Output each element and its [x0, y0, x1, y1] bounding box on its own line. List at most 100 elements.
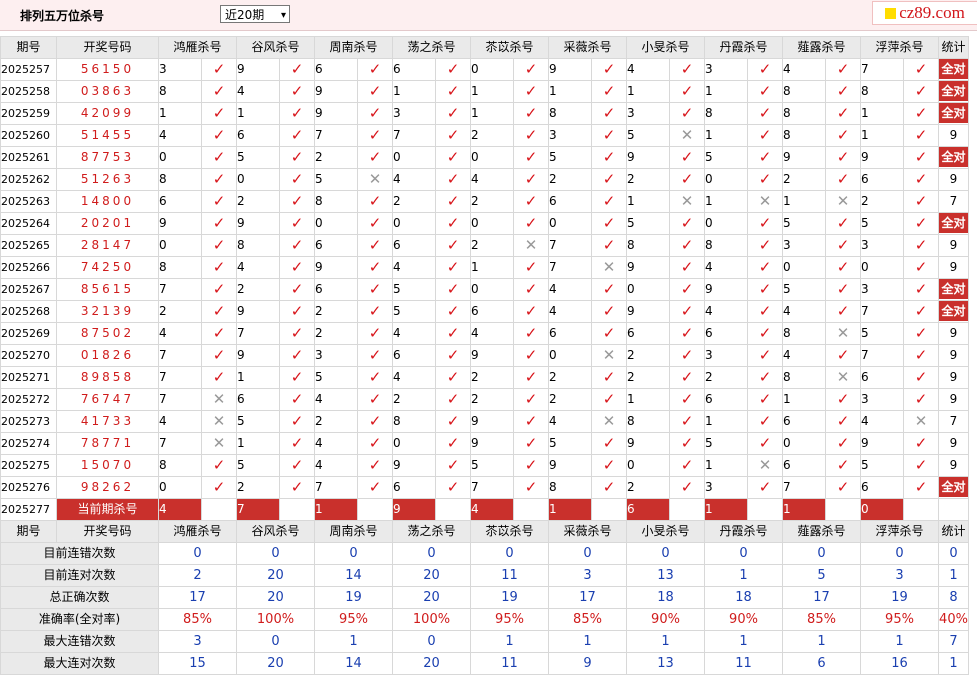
table-row: 2025257 56150 3 ✓ 9 ✓ 6 ✓ 6 ✓ 0 ✓ 9 ✓ 4 ✓ 3 ✓ 4 ✓ 7 ✓ 全对 [0, 58, 969, 81]
kill-number-cell: 6 [314, 278, 358, 301]
table-row: 2025266 74250 8 ✓ 4 ✓ 9 ✓ 4 ✓ 1 ✓ 7 ✕ 9 ✓ 4 ✓ 0 ✓ 0 ✓ 9 [0, 256, 969, 279]
table-row: 2025259 42099 1 ✓ 1 ✓ 9 ✓ 3 ✓ 1 ✓ 8 ✓ 3 ✓ 8 ✓ 8 ✓ 1 ✓ 全对 [0, 102, 969, 125]
kill-number-cell: 1 [860, 124, 904, 147]
period-range-select[interactable]: 近20期 ▾ [220, 5, 290, 23]
stat-cell: 9 [938, 124, 969, 147]
check-icon: ✓ [903, 146, 939, 169]
kill-number-cell: 8 [782, 366, 826, 389]
check-icon: ✓ [591, 190, 627, 213]
current-kill-number: 1 [782, 498, 826, 521]
check-icon: ✓ [279, 146, 315, 169]
kill-number-cell: 9 [314, 256, 358, 279]
check-icon: ✓ [435, 146, 471, 169]
check-icon: ✓ [747, 124, 783, 147]
summary-value: 1 [548, 630, 627, 653]
all-correct-badge-cell: 全对 [938, 476, 969, 499]
summary-row: 最大连错次数 3 0 1 0 1 1 1 1 1 1 7 [0, 630, 969, 653]
summary-value: 3 [158, 630, 237, 653]
check-icon: ✓ [513, 432, 549, 455]
table-row: 2025276 98262 0 ✓ 2 ✓ 7 ✓ 6 ✓ 7 ✓ 8 ✓ 2 ✓ 3 ✓ 7 ✓ 6 ✓ 全对 [0, 476, 969, 499]
kill-number-cell: 1 [158, 102, 202, 125]
summary-value: 1 [938, 564, 969, 587]
col-expert-header: 鸿雁杀号 [158, 520, 237, 543]
kill-number-cell: 9 [236, 58, 280, 81]
site-logo[interactable]: cz89.com [872, 1, 977, 25]
summary-label: 最大连错次数 [0, 630, 159, 653]
kill-number-cell: 0 [470, 212, 514, 235]
kill-number-cell: 0 [860, 256, 904, 279]
summary-value: 0 [860, 542, 939, 565]
all-correct-badge: 全对 [939, 81, 968, 101]
check-icon: ✓ [279, 454, 315, 477]
kill-number-cell: 2 [548, 388, 592, 411]
kill-number-cell: 6 [548, 190, 592, 213]
check-icon: ✓ [435, 300, 471, 323]
check-icon: ✓ [903, 168, 939, 191]
kill-number-cell: 3 [704, 476, 748, 499]
logo-text: cz89.com [899, 3, 965, 22]
cross-icon: ✕ [669, 190, 705, 213]
check-icon: ✓ [513, 388, 549, 411]
table-row: 2025264 20201 9 ✓ 9 ✓ 0 ✓ 0 ✓ 0 ✓ 0 ✓ 5 ✓ 0 ✓ 5 ✓ 5 ✓ 全对 [0, 212, 969, 235]
check-icon: ✓ [747, 102, 783, 125]
kill-number-cell: 9 [626, 300, 670, 323]
summary-row: 总正确次数 17 20 19 20 19 17 18 18 17 19 8 [0, 586, 969, 609]
kill-number-cell: 9 [704, 278, 748, 301]
summary-value: 17 [548, 586, 627, 609]
cross-icon: ✕ [747, 454, 783, 477]
check-icon: ✓ [279, 124, 315, 147]
check-icon: ✓ [669, 300, 705, 323]
period-cell: 2025260 [0, 124, 57, 147]
check-icon: ✓ [669, 234, 705, 257]
empty-cell [357, 498, 393, 521]
all-correct-badge: 全对 [939, 279, 968, 299]
check-icon: ✓ [201, 234, 237, 257]
check-icon: ✓ [747, 234, 783, 257]
draw-number-cell: 20201 [56, 212, 159, 235]
kill-number-cell: 9 [626, 432, 670, 455]
check-icon: ✓ [357, 256, 393, 279]
check-icon: ✓ [201, 366, 237, 389]
check-icon: ✓ [201, 212, 237, 235]
check-icon: ✓ [591, 322, 627, 345]
check-icon: ✓ [435, 322, 471, 345]
kill-number-cell: 7 [236, 322, 280, 345]
empty-cell [938, 498, 969, 521]
kill-number-cell: 2 [704, 366, 748, 389]
kill-number-cell: 5 [626, 124, 670, 147]
check-icon: ✓ [669, 454, 705, 477]
kill-number-cell: 8 [782, 80, 826, 103]
logo-square-icon [885, 7, 897, 19]
check-icon: ✓ [591, 388, 627, 411]
check-icon: ✓ [357, 146, 393, 169]
kill-number-cell: 6 [860, 168, 904, 191]
kill-number-cell: 7 [158, 366, 202, 389]
check-icon: ✓ [279, 278, 315, 301]
cross-icon: ✕ [201, 432, 237, 455]
current-kill-number: 0 [860, 498, 904, 521]
kill-number-cell: 1 [704, 454, 748, 477]
check-icon: ✓ [201, 278, 237, 301]
check-icon: ✓ [357, 432, 393, 455]
check-icon: ✓ [903, 234, 939, 257]
kill-number-cell: 4 [236, 80, 280, 103]
summary-value: 0 [236, 542, 315, 565]
check-icon: ✓ [747, 146, 783, 169]
kill-number-cell: 9 [314, 80, 358, 103]
check-icon: ✓ [591, 476, 627, 499]
summary-value: 7 [938, 630, 969, 653]
kill-number-cell: 0 [392, 432, 436, 455]
kill-number-cell: 4 [548, 278, 592, 301]
check-icon: ✓ [591, 454, 627, 477]
kill-number-cell: 7 [158, 432, 202, 455]
check-icon: ✓ [279, 80, 315, 103]
col-expert-header: 周南杀号 [314, 36, 393, 59]
kill-number-cell: 2 [470, 388, 514, 411]
kill-number-cell: 7 [548, 256, 592, 279]
check-icon: ✓ [435, 212, 471, 235]
stat-cell: 9 [938, 388, 969, 411]
kill-number-cell: 6 [236, 124, 280, 147]
kill-number-cell: 2 [470, 366, 514, 389]
draw-number-cell: 51455 [56, 124, 159, 147]
period-cell: 2025261 [0, 146, 57, 169]
